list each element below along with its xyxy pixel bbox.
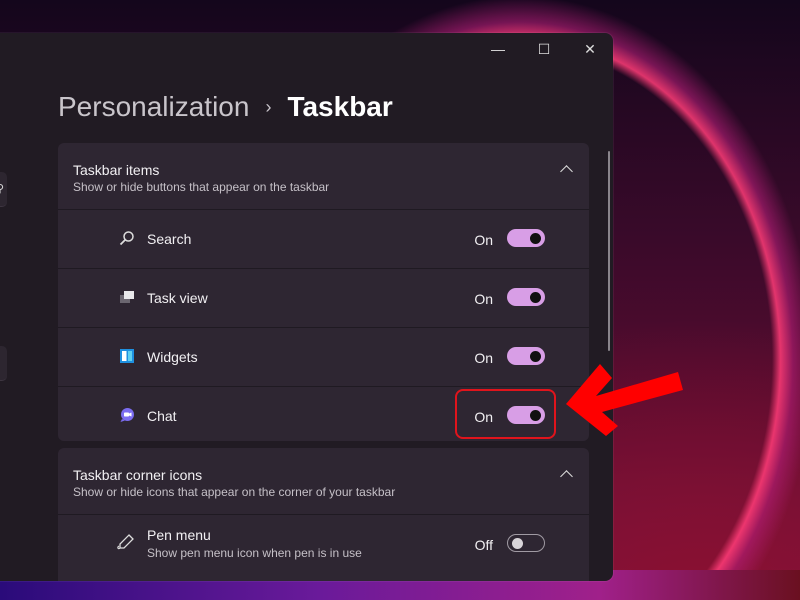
group-title: Taskbar corner icons: [73, 467, 203, 483]
task-view-icon: [120, 291, 134, 303]
search-icon: [119, 231, 134, 246]
setting-row-search: Search On: [58, 210, 589, 269]
row-label: Task view: [147, 290, 208, 306]
toggle-state: On: [474, 232, 493, 248]
toggle-knob: [512, 538, 523, 549]
chat-icon: [120, 408, 134, 422]
search-toggle[interactable]: [507, 229, 545, 247]
group-title: Taskbar items: [73, 162, 160, 178]
row-description: Show pen menu icon when pen is in use: [147, 546, 362, 560]
group-subtitle: Show or hide icons that appear on the co…: [73, 485, 396, 499]
toggle-knob: [530, 351, 541, 362]
group-subtitle: Show or hide buttons that appear on the …: [73, 180, 330, 194]
toggle-knob: [530, 292, 541, 303]
maximize-button[interactable]: ☐: [521, 33, 567, 65]
setting-row-widgets: Widgets On: [58, 328, 589, 387]
maximize-icon: ☐: [537, 40, 551, 57]
search-icon: ⚲: [0, 182, 4, 195]
scrollbar[interactable]: [608, 151, 610, 351]
setting-row-pen-menu: Pen menu Show pen menu icon when pen is …: [58, 515, 589, 573]
taskbar-items-header[interactable]: Taskbar items Show or hide buttons that …: [58, 143, 589, 210]
row-label: Widgets: [147, 349, 198, 365]
taskbar-corner-icons-group: Taskbar corner icons Show or hide icons …: [58, 448, 589, 581]
task-view-toggle[interactable]: [507, 288, 545, 306]
breadcrumb: Personalization › Taskbar: [58, 91, 393, 123]
pen-menu-toggle[interactable]: [507, 534, 545, 552]
row-label: Search: [147, 231, 192, 247]
minimize-icon: —: [491, 41, 505, 57]
minimize-button[interactable]: —: [475, 33, 521, 65]
toggle-knob: [530, 233, 541, 244]
window-controls: — ☐ ✕: [475, 33, 613, 65]
widgets-icon: [120, 349, 134, 363]
setting-row-task-view: Task view On: [58, 269, 589, 328]
widgets-toggle[interactable]: [507, 347, 545, 365]
row-label: Pen menu: [147, 527, 211, 543]
toggle-state: Off: [474, 537, 493, 553]
close-icon: ✕: [584, 40, 596, 57]
settings-window: ⚲ — ☐ ✕ Personalization › Taskbar Taskba…: [0, 33, 613, 581]
chevron-up-icon[interactable]: [560, 165, 573, 178]
pen-icon: [117, 534, 134, 550]
sidebar-item-selected[interactable]: [0, 346, 7, 381]
toggle-state: On: [474, 291, 493, 307]
breadcrumb-parent[interactable]: Personalization: [58, 91, 249, 123]
corner-icons-header[interactable]: Taskbar corner icons Show or hide icons …: [58, 448, 589, 515]
toggle-state: On: [474, 350, 493, 366]
page-title: Taskbar: [287, 91, 393, 122]
row-label: Chat: [147, 408, 177, 424]
chevron-up-icon[interactable]: [560, 470, 573, 483]
annotation-arrow-icon: [566, 364, 683, 436]
sidebar-search-box[interactable]: ⚲: [0, 172, 7, 207]
close-button[interactable]: ✕: [567, 33, 613, 65]
annotation-highlight-box: [455, 389, 556, 439]
chevron-right-icon: ›: [265, 96, 272, 117]
